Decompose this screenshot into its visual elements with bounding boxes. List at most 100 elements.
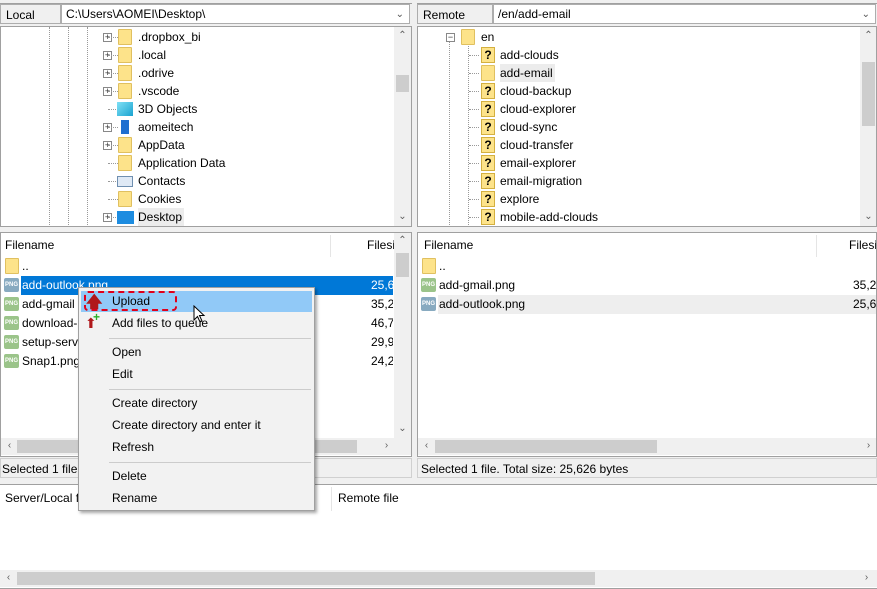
- unknown-folder-icon: ?: [481, 173, 495, 189]
- column-filename[interactable]: Filename: [5, 235, 54, 255]
- remote-file-list[interactable]: Filename Filesiz ‹ › ..PNGadd-gmail.png3…: [417, 232, 877, 457]
- menu-item-create-directory[interactable]: Create directory: [81, 393, 312, 414]
- local-tree-scrollbar[interactable]: ⌃ ⌄: [394, 27, 411, 226]
- menu-separator: [109, 389, 311, 390]
- png-file-icon: PNG: [4, 316, 19, 330]
- tree-item[interactable]: ? cloud-transfer: [469, 136, 849, 154]
- menu-item-delete[interactable]: Delete: [81, 466, 312, 487]
- remote-tree-scrollbar[interactable]: ⌃ ⌄: [860, 27, 876, 226]
- scroll-right-icon[interactable]: ›: [860, 440, 876, 451]
- tree-item[interactable]: ? cloud-backup: [469, 82, 849, 100]
- menu-item-rename[interactable]: Rename: [81, 488, 312, 509]
- tree-connector: [108, 145, 118, 146]
- remote-path-input[interactable]: /en/add-email ⌄: [493, 4, 876, 24]
- collapse-icon[interactable]: −: [446, 33, 455, 42]
- tree-item[interactable]: ? explore: [469, 190, 849, 208]
- file-row[interactable]: PNGadd-gmail.png 35,25: [418, 276, 876, 295]
- scroll-right-icon[interactable]: ›: [378, 440, 395, 451]
- scroll-thumb[interactable]: [435, 440, 657, 453]
- file-row[interactable]: ..: [1, 257, 393, 276]
- chevron-down-icon[interactable]: ⌄: [396, 5, 404, 24]
- scroll-down-icon[interactable]: ⌄: [394, 423, 411, 434]
- column-filesize[interactable]: Filesi: [367, 235, 395, 255]
- tree-connector: [108, 163, 118, 164]
- scroll-left-icon[interactable]: ‹: [1, 440, 18, 451]
- scroll-right-icon[interactable]: ›: [858, 572, 875, 583]
- local-files-vscrollbar[interactable]: ⌃ ⌄: [394, 233, 411, 438]
- menu-item-create-directory-enter[interactable]: Create directory and enter it: [81, 415, 312, 436]
- tree-item[interactable]: ? email-migration: [469, 172, 849, 190]
- tree-item[interactable]: Contacts: [101, 172, 391, 190]
- queue-hscrollbar[interactable]: ‹ ›: [0, 570, 877, 587]
- tree-connector: [469, 163, 479, 164]
- file-row[interactable]: PNGadd-outlook.png25,62: [418, 295, 876, 314]
- scroll-up-icon[interactable]: ⌃: [860, 30, 876, 41]
- tree-item-label: .vscode: [138, 84, 180, 98]
- menu-item-edit[interactable]: Edit: [81, 364, 312, 385]
- scroll-thumb[interactable]: [396, 75, 409, 92]
- tree-item[interactable]: + .local: [101, 46, 391, 64]
- remote-directory-tree[interactable]: ⌃ ⌄ − en? add-clouds add-email? cloud-backup…: [417, 26, 877, 227]
- column-divider: [331, 487, 332, 511]
- tree-item[interactable]: 3D Objects: [101, 100, 391, 118]
- local-directory-tree[interactable]: ⌃ ⌄ + .dropbox_bi + .local + .odrive + .vscode 3…: [0, 26, 412, 227]
- scroll-thumb[interactable]: [17, 572, 595, 585]
- folder-icon: [118, 191, 132, 207]
- menu-label: Add files to queue: [112, 316, 209, 330]
- local-path-input[interactable]: C:\Users\AOMEI\Desktop\ ⌄: [61, 4, 410, 24]
- tree-connector: [108, 199, 118, 200]
- png-file-icon: PNG: [4, 278, 19, 292]
- tree-guide: [449, 42, 450, 226]
- tree-item[interactable]: + Desktop: [101, 208, 391, 226]
- remote-files-hscrollbar[interactable]: ‹ ›: [418, 438, 876, 455]
- tree-item-label: cloud-explorer: [500, 102, 577, 116]
- tree-item[interactable]: Application Data: [101, 154, 391, 172]
- folder-icon: [5, 258, 19, 274]
- scroll-thumb[interactable]: [396, 253, 409, 277]
- tree-item[interactable]: ? mobile-add-clouds: [469, 208, 849, 226]
- scroll-up-icon[interactable]: ⌃: [394, 30, 411, 41]
- file-size: 29,9: [371, 335, 393, 349]
- scroll-left-icon[interactable]: ‹: [0, 572, 17, 583]
- tree-item-label: Desktop: [138, 208, 185, 226]
- context-menu: 🡅 Upload ⬆ + Add files to queue Open Edit…: [78, 287, 315, 511]
- menu-item-open[interactable]: Open: [81, 342, 312, 363]
- tree-item-label: add-clouds: [500, 48, 559, 62]
- folder-icon: [118, 47, 132, 63]
- tree-item[interactable]: + .vscode: [101, 82, 391, 100]
- tree-item[interactable]: ? add-clouds: [469, 46, 849, 64]
- menu-item-add-files-to-queue[interactable]: ⬆ + Add files to queue: [81, 310, 312, 334]
- tree-item[interactable]: + AppData: [101, 136, 391, 154]
- scroll-left-icon[interactable]: ‹: [418, 440, 435, 451]
- tree-item[interactable]: + .odrive: [101, 64, 391, 82]
- tree-item[interactable]: ? cloud-explorer: [469, 100, 849, 118]
- column-filesize[interactable]: Filesiz: [849, 235, 876, 255]
- chevron-down-icon[interactable]: ⌄: [862, 5, 870, 24]
- tree-item-label: .odrive: [138, 66, 175, 80]
- tree-item[interactable]: add-email: [469, 64, 849, 82]
- tree-item[interactable]: + .dropbox_bi: [101, 28, 391, 46]
- tree-item[interactable]: ? cloud-sync: [469, 118, 849, 136]
- tree-item-label: Application Data: [138, 156, 226, 170]
- unknown-folder-icon: ?: [481, 191, 495, 207]
- tree-item-label: email-explorer: [500, 156, 577, 170]
- column-remote-file[interactable]: Remote file: [338, 488, 399, 508]
- tree-item[interactable]: + aomeitech: [101, 118, 391, 136]
- tree-item[interactable]: Cookies: [101, 190, 391, 208]
- column-filename[interactable]: Filename: [424, 235, 473, 255]
- file-size: 24,2: [371, 354, 393, 368]
- column-server-local-file[interactable]: Server/Local f: [5, 488, 79, 508]
- tree-item-root[interactable]: − en: [444, 28, 644, 46]
- tree-guide: [87, 27, 88, 226]
- file-row[interactable]: ..: [418, 257, 876, 276]
- unknown-folder-icon: ?: [481, 101, 495, 117]
- menu-item-refresh[interactable]: Refresh: [81, 437, 312, 458]
- scroll-down-icon[interactable]: ⌄: [394, 211, 411, 222]
- tree-connector: [108, 55, 118, 56]
- scroll-down-icon[interactable]: ⌄: [860, 211, 876, 222]
- remote-status: Selected 1 file. Total size: 25,626 byte…: [417, 458, 877, 478]
- tree-item[interactable]: ? email-explorer: [469, 154, 849, 172]
- 3d-objects-icon: [117, 102, 133, 116]
- scroll-thumb[interactable]: [862, 62, 875, 126]
- scroll-up-icon[interactable]: ⌃: [394, 235, 411, 246]
